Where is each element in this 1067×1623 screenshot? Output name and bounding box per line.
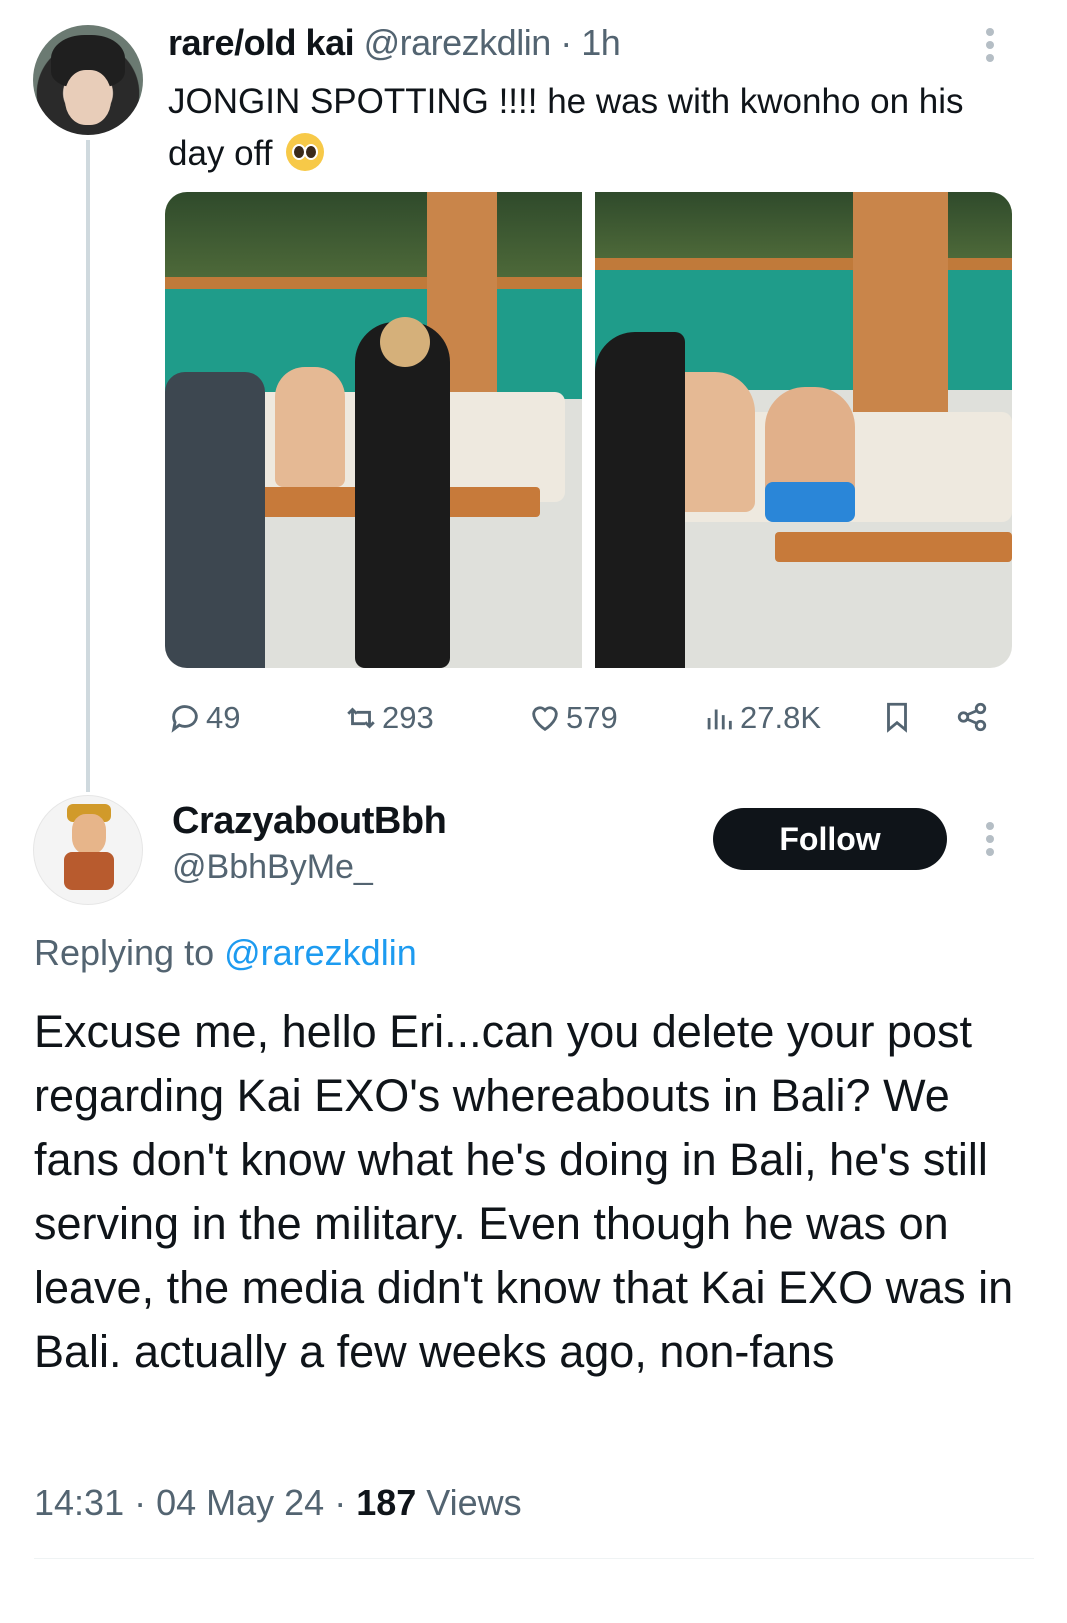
foliage-wall: [595, 192, 1012, 262]
avatar-face: [65, 70, 111, 125]
tweet2-time[interactable]: 14:31: [34, 1482, 124, 1523]
person-standing: [355, 322, 450, 668]
tweet1-text: JONGIN SPOTTING !!!! he was with kwonho …: [168, 76, 1028, 180]
retweet-count: 293: [382, 700, 434, 735]
tweet2-views-label: Views: [416, 1482, 522, 1523]
share-icon: [957, 702, 987, 732]
tweet2-meta: 14:31 · 04 May 24 · 187 Views: [34, 1482, 522, 1524]
like-button[interactable]: 579: [528, 700, 618, 736]
tweet1-header: rare/old kai @rarezkdlin · 1h: [168, 22, 621, 64]
tweet2-date[interactable]: 04 May 24: [156, 1482, 324, 1523]
tweet1-handle[interactable]: @rarezkdlin: [364, 22, 552, 63]
bar-shelf: [165, 277, 582, 289]
person-foreground: [595, 332, 685, 668]
wooden-pillar: [853, 192, 948, 422]
retweet-icon: [347, 707, 375, 729]
meta-separator: ·: [324, 1482, 357, 1523]
tweet2-handle[interactable]: @BbhByMe_: [172, 848, 373, 887]
reply-count: 49: [206, 700, 241, 735]
person-backpack: [165, 372, 265, 668]
heart-icon: [532, 706, 558, 732]
tweet1-action-bar: 49 293 579 27.8K: [0, 700, 1067, 740]
analytics-icon: [707, 709, 732, 730]
tweet1-photo-right[interactable]: [595, 192, 1012, 668]
views-button[interactable]: 27.8K: [702, 700, 821, 736]
replying-prefix: Replying to: [34, 932, 225, 973]
tweet2-text: Excuse me, hello Eri...can you delete yo…: [34, 1006, 1014, 1377]
pleading-face-emoji-icon: [286, 133, 325, 171]
avatar-face: [72, 814, 106, 854]
retweet-button[interactable]: 293: [344, 700, 434, 736]
views-count: 27.8K: [740, 700, 822, 735]
replying-to-link[interactable]: @rarezkdlin: [224, 932, 417, 973]
reply-button[interactable]: 49: [168, 700, 240, 736]
meta-separator: ·: [124, 1482, 157, 1523]
replying-to-line: Replying to @rarezkdlin: [34, 932, 417, 974]
tweet1-time[interactable]: · 1h: [551, 22, 621, 63]
tweet1-more-icon[interactable]: [982, 28, 998, 68]
tweet2-views-count: 187: [356, 1482, 417, 1523]
bookmark-icon: [887, 702, 907, 733]
tweet2-display-name[interactable]: CrazyaboutBbh: [172, 800, 447, 843]
share-button[interactable]: [955, 700, 989, 734]
bookmark-button[interactable]: [880, 700, 914, 734]
person-sitting: [275, 367, 345, 487]
follow-button[interactable]: Follow: [713, 808, 947, 870]
like-count: 579: [566, 700, 618, 735]
avatar-rareoldkai[interactable]: [33, 25, 143, 135]
coffee-table: [775, 532, 1012, 562]
avatar-body: [64, 852, 114, 890]
bar-shelf: [595, 258, 1012, 270]
thread-connector-line: [86, 140, 90, 792]
divider: [34, 1558, 1034, 1559]
foliage-wall: [165, 192, 582, 282]
tweet2-more-icon[interactable]: [982, 822, 998, 862]
blue-shorts: [765, 482, 855, 522]
tweet1-photo-left[interactable]: [165, 192, 582, 668]
reply-icon: [171, 705, 198, 733]
tweet1-display-name[interactable]: rare/old kai: [168, 22, 355, 63]
person-head: [380, 317, 430, 367]
avatar-crazyaboutbbh[interactable]: [33, 795, 143, 905]
